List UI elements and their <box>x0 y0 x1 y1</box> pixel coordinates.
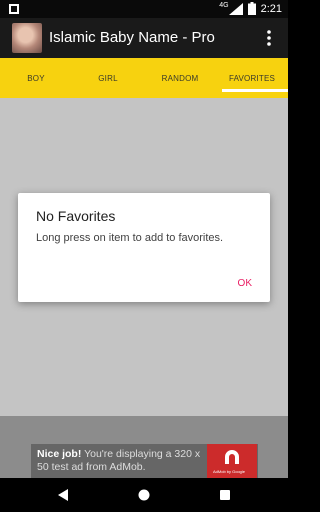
signal-icon <box>228 2 243 15</box>
dialog-message: Long press on item to add to favorites. <box>36 232 224 244</box>
status-bar: 4G 2:21 <box>0 0 288 18</box>
more-vert-icon[interactable] <box>258 27 280 49</box>
notification-icon <box>9 4 19 14</box>
status-time: 2:21 <box>260 2 282 15</box>
tab-boy[interactable]: BOY <box>0 58 72 98</box>
ok-button[interactable]: OK <box>238 278 252 289</box>
app-title: Islamic Baby Name - Pro <box>49 29 215 46</box>
app-bar: Islamic Baby Name - Pro <box>0 18 288 58</box>
system-nav-bar <box>0 478 288 512</box>
admob-caption: AdMob by Google <box>213 469 246 474</box>
battery-icon <box>247 2 256 15</box>
tab-favorites[interactable]: FAVORITES <box>216 58 288 98</box>
admob-icon <box>225 450 239 464</box>
ad-bold-text: Nice job! <box>37 448 82 460</box>
recents-icon[interactable] <box>218 488 232 502</box>
admob-logo[interactable]: AdMob by Google <box>207 444 257 478</box>
network-type: 4G <box>219 2 229 9</box>
tab-random[interactable]: RANDOM <box>144 58 216 98</box>
back-icon[interactable] <box>56 488 70 502</box>
tab-bar: BOY GIRL RANDOM FAVORITES <box>0 58 288 98</box>
ad-text[interactable]: Nice job! You're displaying a 320 x 50 t… <box>37 448 209 474</box>
dialog-title: No Favorites <box>36 208 116 224</box>
tab-girl[interactable]: GIRL <box>72 58 144 98</box>
no-favorites-dialog: No Favorites Long press on item to add t… <box>18 193 270 302</box>
home-icon[interactable] <box>137 488 151 502</box>
app-logo <box>12 23 42 53</box>
